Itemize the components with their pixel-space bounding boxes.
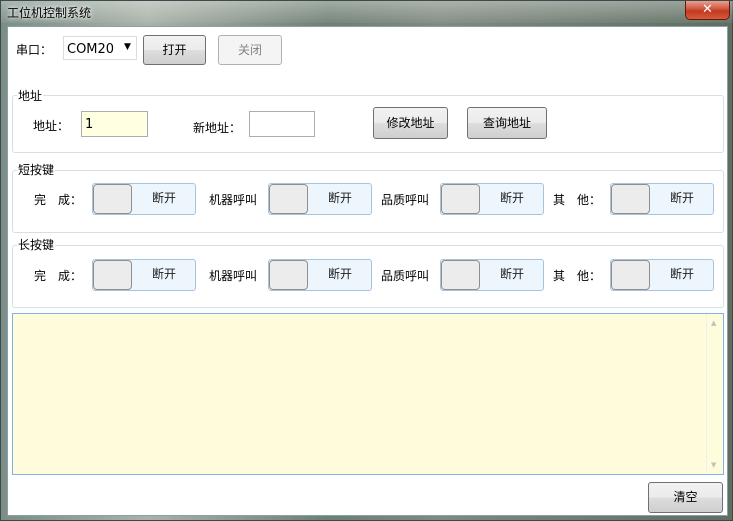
long-machine-call-state: 断开	[327, 267, 352, 281]
address-group-title: 地址	[17, 87, 44, 104]
query-address-button[interactable]: 查询地址	[467, 107, 547, 139]
toggle-knob[interactable]	[441, 184, 480, 214]
short-complete-label: 完 成：	[34, 193, 83, 207]
short-other-state: 断开	[669, 191, 694, 205]
long-quality-call-state: 断开	[499, 267, 524, 281]
close-icon: ✕	[702, 2, 713, 17]
new-address-input[interactable]	[249, 111, 315, 137]
long-other-label: 其 他：	[553, 269, 602, 283]
short-quality-call-label: 品质呼叫	[381, 193, 430, 207]
toggle-knob[interactable]	[611, 184, 650, 214]
short-machine-call-toggle[interactable]: 断开	[268, 183, 372, 215]
close-port-button[interactable]: 关闭	[218, 35, 282, 65]
toggle-knob[interactable]	[269, 184, 308, 214]
short-press-group-title: 短按键	[17, 161, 56, 178]
serial-port-value: COM20	[67, 42, 115, 57]
long-quality-call-toggle[interactable]: 断开	[440, 259, 544, 291]
long-other-toggle[interactable]: 断开	[610, 259, 714, 291]
short-other-label: 其 他：	[553, 193, 602, 207]
short-quality-call-toggle[interactable]: 断开	[440, 183, 544, 215]
chevron-down-icon: ▼	[124, 42, 131, 52]
serial-port-select[interactable]: COM20 ▼	[63, 36, 137, 60]
short-other-toggle[interactable]: 断开	[610, 183, 714, 215]
serial-port-label: 串口：	[16, 43, 53, 57]
open-port-button[interactable]: 打开	[143, 35, 206, 65]
long-machine-call-toggle[interactable]: 断开	[268, 259, 372, 291]
short-machine-call-state: 断开	[327, 191, 352, 205]
toggle-knob[interactable]	[441, 260, 480, 290]
modify-address-button[interactable]: 修改地址	[373, 107, 448, 139]
short-machine-call-label: 机器呼叫	[209, 193, 258, 207]
long-press-group-title: 长按键	[17, 236, 56, 253]
log-scrollbar[interactable]: ▲ ▼	[706, 314, 723, 474]
scroll-up-icon[interactable]: ▲	[711, 319, 716, 327]
toggle-knob[interactable]	[611, 260, 650, 290]
clear-button[interactable]: 清空	[648, 482, 723, 513]
long-machine-call-label: 机器呼叫	[209, 269, 258, 283]
long-quality-call-label: 品质呼叫	[381, 269, 430, 283]
new-address-label: 新地址：	[193, 121, 242, 135]
toggle-knob[interactable]	[93, 184, 132, 214]
toggle-knob[interactable]	[269, 260, 308, 290]
address-value: 1	[85, 117, 94, 132]
short-complete-toggle[interactable]: 断开	[92, 183, 196, 215]
address-label: 地址：	[33, 119, 70, 133]
long-complete-label: 完 成：	[34, 269, 83, 283]
long-complete-toggle[interactable]: 断开	[92, 259, 196, 291]
title-bar[interactable]: 工位机控制系统 ✕	[1, 1, 733, 23]
long-complete-state: 断开	[151, 267, 176, 281]
short-complete-state: 断开	[151, 191, 176, 205]
client-area: 串口： COM20 ▼ 打开 关闭 地址 地址： 1 新地址： 修改地址 查询地…	[7, 26, 728, 516]
window-title: 工位机控制系统	[7, 6, 92, 20]
app-window: 工位机控制系统 ✕ 串口： COM20 ▼ 打开 关闭 地址 地址： 1 新地址…	[0, 0, 733, 521]
toggle-knob[interactable]	[93, 260, 132, 290]
scroll-down-icon[interactable]: ▼	[711, 461, 716, 469]
address-input[interactable]: 1	[81, 111, 148, 137]
long-other-state: 断开	[669, 267, 694, 281]
close-window-button[interactable]: ✕	[685, 1, 730, 20]
short-quality-call-state: 断开	[499, 191, 524, 205]
log-textarea[interactable]: ▲ ▼	[12, 313, 724, 475]
